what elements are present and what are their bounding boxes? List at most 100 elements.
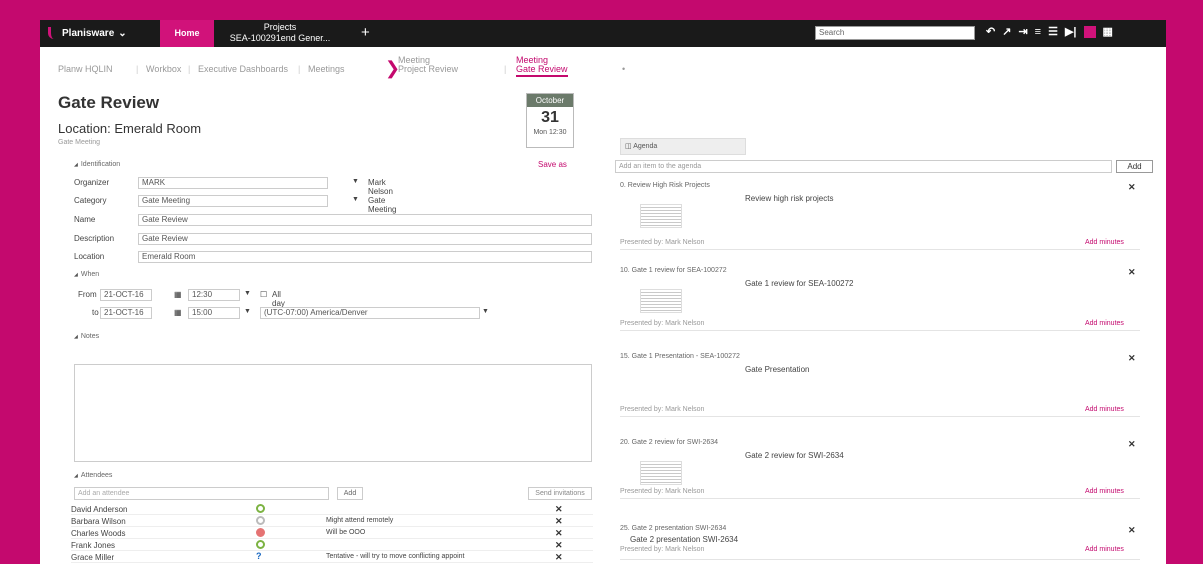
breadcrumb-home[interactable]: Planw HQLIN xyxy=(58,64,113,74)
breadcrumb-gate-review[interactable]: Meeting Gate Review xyxy=(516,56,568,77)
add-minutes-link[interactable]: Add minutes xyxy=(1085,488,1124,495)
agenda-item: 20. Gate 2 review for SWI-2634 ✕ Gate 2 … xyxy=(620,439,1140,499)
tab-agenda[interactable]: ◫ Agenda xyxy=(620,138,746,155)
accepted-status-icon xyxy=(256,504,265,513)
agenda-item-title[interactable]: 25. Gate 2 presentation SWI-2634 xyxy=(620,525,726,532)
breadcrumb-separator: | xyxy=(298,64,301,74)
notes-section-toggle[interactable]: Notes xyxy=(74,333,99,340)
notes-textarea[interactable] xyxy=(74,364,592,462)
save-as-link[interactable]: Save as xyxy=(538,160,567,169)
agenda-item-presenter: Presented by: Mark Nelson xyxy=(620,406,705,413)
when-section-toggle[interactable]: When xyxy=(74,271,99,278)
attachment-thumbnail[interactable] xyxy=(640,461,682,485)
search-input[interactable]: Search xyxy=(815,26,975,40)
agenda-item-title[interactable]: 20. Gate 2 review for SWI-2634 xyxy=(620,439,718,446)
tentative-status-icon: ? xyxy=(256,551,262,561)
export-icon[interactable]: ⇥ xyxy=(1018,25,1027,38)
remove-attendee-icon[interactable]: ✕ xyxy=(555,516,563,527)
remove-attendee-icon[interactable]: ✕ xyxy=(555,528,563,539)
user-icon[interactable] xyxy=(1083,25,1096,38)
timezone-select[interactable]: (UTC-07:00) America/Denver xyxy=(260,307,480,319)
location-field[interactable]: Emerald Room xyxy=(138,251,592,263)
agenda-tab-label: Agenda xyxy=(633,143,658,150)
remove-agenda-item-icon[interactable]: ✕ xyxy=(1128,525,1136,536)
add-agenda-item-input[interactable]: Add an item to the agenda xyxy=(615,160,1112,173)
attendees-section-toggle[interactable]: Attendees xyxy=(74,472,113,479)
breadcrumb: Planw HQLIN | Workbox | Executive Dashbo… xyxy=(40,56,1166,80)
send-invitations-button[interactable]: Send invitations xyxy=(528,487,592,500)
remove-agenda-item-icon[interactable]: ✕ xyxy=(1128,267,1136,278)
grid-icon[interactable]: ▦ xyxy=(1103,25,1113,38)
breadcrumb-meetings[interactable]: Meetings xyxy=(308,64,345,74)
attendee-row: Frank Jones ✕ xyxy=(71,540,593,551)
agenda-item-title[interactable]: 0. Review High Risk Projects xyxy=(620,182,710,189)
calendar-icon[interactable]: ▦ xyxy=(174,308,182,317)
remove-agenda-item-icon[interactable]: ✕ xyxy=(1128,353,1136,364)
name-label: Name xyxy=(74,215,96,224)
chevron-down-icon[interactable]: ▼ xyxy=(482,308,489,315)
add-attendee-input[interactable]: Add an attendee xyxy=(74,487,329,500)
new-tab-button[interactable]: + xyxy=(361,24,370,41)
add-attendee-button[interactable]: Add xyxy=(337,487,363,500)
to-label: to xyxy=(92,308,99,317)
to-date-field[interactable]: 21-OCT-16 xyxy=(100,307,152,319)
remove-attendee-icon[interactable]: ✕ xyxy=(555,504,563,515)
list-icon[interactable]: ≡ xyxy=(1035,26,1041,38)
chevron-down-icon[interactable]: ▼ xyxy=(244,290,251,297)
tab-project-line1: Projects xyxy=(263,22,297,32)
agenda-item-presenter: Presented by: Mark Nelson xyxy=(620,488,705,495)
agenda-item-presenter: Presented by: Mark Nelson xyxy=(620,320,705,327)
calendar-month: October xyxy=(527,94,573,107)
no-response-status-icon xyxy=(256,516,265,525)
undo-icon[interactable]: ↶ xyxy=(986,25,995,38)
breadcrumb-dashboards[interactable]: Executive Dashboards xyxy=(198,64,288,74)
add-minutes-link[interactable]: Add minutes xyxy=(1085,406,1124,413)
attendee-row: Grace Miller ? Tentative - will try to m… xyxy=(71,552,593,563)
remove-agenda-item-icon[interactable]: ✕ xyxy=(1128,182,1136,193)
add-minutes-link[interactable]: Add minutes xyxy=(1085,239,1124,246)
attachment-thumbnail[interactable] xyxy=(640,204,682,228)
name-field[interactable]: Gate Review xyxy=(138,214,592,226)
add-minutes-link[interactable]: Add minutes xyxy=(1085,320,1124,327)
redo-icon[interactable]: ↗ xyxy=(1002,25,1011,38)
add-agenda-item-button[interactable]: Add xyxy=(1116,160,1153,173)
page-title: Gate Review xyxy=(58,93,160,112)
agenda-item-title[interactable]: 15. Gate 1 Presentation - SEA-100272 xyxy=(620,353,740,360)
breadcrumb-project-review[interactable]: Meeting Project Review xyxy=(398,56,458,74)
chevron-down-icon[interactable]: ▼ xyxy=(352,178,359,185)
attachment-thumbnail[interactable] xyxy=(640,289,682,313)
breadcrumb-separator: | xyxy=(188,64,191,74)
more-icon[interactable]: • xyxy=(622,64,625,74)
identification-section-toggle[interactable]: Identification xyxy=(74,161,120,168)
play-icon[interactable]: ▶| xyxy=(1065,25,1077,38)
tab-project-line2: SEA-100291end Gener... xyxy=(229,33,331,43)
agenda-item-description: Gate 2 review for SWI-2634 xyxy=(745,451,844,460)
from-date-field[interactable]: 21-OCT-16 xyxy=(100,289,152,301)
to-time-field[interactable]: 15:00 xyxy=(188,307,240,319)
menu-icon[interactable]: ☰ xyxy=(1048,25,1058,38)
app-menu-button[interactable]: Planisware ⌄ xyxy=(48,27,127,39)
chevron-down-icon[interactable]: ▼ xyxy=(352,196,359,203)
tab-home[interactable]: Home xyxy=(160,20,214,47)
calendar-badge: October 31 Mon 12:30 xyxy=(526,93,574,148)
add-minutes-link[interactable]: Add minutes xyxy=(1085,546,1124,553)
app-window: Planisware ⌄ Home Projects SEA-100291end… xyxy=(40,20,1166,564)
attendee-note: Might attend remotely xyxy=(326,517,394,524)
all-day-checkbox[interactable]: ☐ xyxy=(260,290,267,299)
tab-project[interactable]: Projects SEA-100291end Gener... xyxy=(220,22,340,44)
from-time-field[interactable]: 12:30 xyxy=(188,289,240,301)
agenda-item: 0. Review High Risk Projects ✕ Review hi… xyxy=(620,182,1140,250)
breadcrumb-project-review-line2: Project Review xyxy=(398,64,459,74)
breadcrumb-workbox[interactable]: Workbox xyxy=(146,64,181,74)
category-select[interactable]: Gate Meeting xyxy=(138,195,328,207)
chevron-down-icon[interactable]: ▼ xyxy=(244,308,251,315)
description-field[interactable]: Gate Review xyxy=(138,233,592,245)
attendee-row: David Anderson ✕ xyxy=(71,504,593,515)
from-label: From xyxy=(78,290,97,299)
remove-attendee-icon[interactable]: ✕ xyxy=(555,540,563,551)
agenda-item-title[interactable]: 10. Gate 1 review for SEA-100272 xyxy=(620,267,727,274)
remove-attendee-icon[interactable]: ✕ xyxy=(555,552,563,563)
calendar-icon[interactable]: ▦ xyxy=(174,290,182,299)
organizer-select[interactable]: MARK xyxy=(138,177,328,189)
remove-agenda-item-icon[interactable]: ✕ xyxy=(1128,439,1136,450)
